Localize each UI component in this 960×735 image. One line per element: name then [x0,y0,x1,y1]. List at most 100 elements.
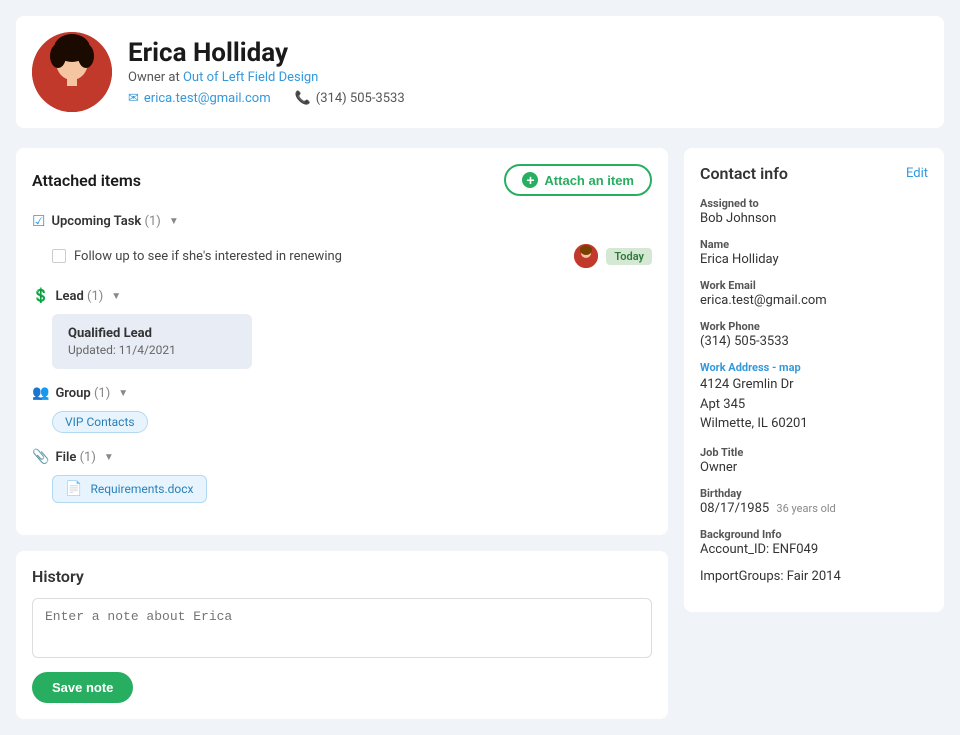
file-item[interactable]: 📄 Requirements.docx [52,475,207,503]
group-group-label: Group (1) [55,386,110,401]
profile-phone: (314) 505-3533 [316,91,405,106]
attached-section-header: Attached items + Attach an item [32,164,652,196]
background-field: Background Info Account_ID: ENF049 [700,528,928,557]
job-title-value: Owner [700,460,928,475]
attached-section-title: Attached items [32,171,141,190]
history-title: History [32,567,652,586]
group-group-header[interactable]: 👥 Group (1) ▼ [32,385,652,401]
task-group-icon: ☑ [32,212,45,230]
file-count: (1) [80,450,96,465]
contact-card-header: Contact info Edit [700,164,928,183]
profile-info: Erica Holliday Owner at Out of Left Fiel… [128,38,405,106]
lead-card[interactable]: Qualified Lead Updated: 11/4/2021 [52,314,252,369]
task-chevron-icon: ▼ [169,216,179,227]
file-group: 📎 File (1) ▼ 📄 Requirements.docx [32,449,652,503]
lead-card-title: Qualified Lead [68,326,236,341]
work-phone-field: Work Phone (314) 505-3533 [700,320,928,349]
profile-name: Erica Holliday [128,38,405,68]
profile-contact-line: ✉ erica.test@gmail.com 📞 (314) 505-3533 [128,91,405,106]
task-right: Today [574,244,652,268]
company-link[interactable]: Out of Left Field Design [183,70,318,85]
group-group-icon: 👥 [32,385,49,401]
main-layout: Attached items + Attach an item ☑ Upcomi… [16,148,944,719]
email-icon: ✉ [128,91,139,106]
work-address-map-link[interactable]: Work Address - map [700,361,801,374]
phone-icon: 📞 [295,91,311,106]
lead-chevron-icon: ▼ [111,291,121,302]
file-group-icon: 📎 [32,449,49,465]
group-chevron-icon: ▼ [118,388,128,399]
task-group: ☑ Upcoming Task (1) ▼ Follow up to see i… [32,212,652,272]
left-column: Attached items + Attach an item ☑ Upcomi… [16,148,668,719]
edit-link[interactable]: Edit [906,166,928,181]
work-phone-value: (314) 505-3533 [700,334,928,349]
profile-owner-line: Owner at Out of Left Field Design [128,70,405,85]
lead-card-updated: Updated: 11/4/2021 [68,343,236,357]
work-email-label: Work Email [700,279,928,292]
file-group-label: File (1) [55,450,95,465]
avatar [32,32,112,112]
lead-group-icon: 💲 [32,288,49,304]
birthday-field: Birthday 08/17/1985 36 years old [700,487,928,516]
task-text: Follow up to see if she's interested in … [74,249,342,264]
background-label: Background Info [700,528,928,541]
task-item: Follow up to see if she's interested in … [32,240,652,272]
task-left: Follow up to see if she's interested in … [52,249,342,264]
job-title-field: Job Title Owner [700,446,928,475]
right-column: Contact info Edit Assigned to Bob Johnso… [684,148,944,719]
task-count: (1) [145,214,161,229]
lead-group-label: Lead (1) [55,289,103,304]
group-group: 👥 Group (1) ▼ VIP Contacts [32,385,652,433]
work-phone-label: Work Phone [700,320,928,333]
attach-plus-icon: + [522,172,538,188]
file-group-header[interactable]: 📎 File (1) ▼ [32,449,652,465]
address-line2: Apt 345 [700,395,928,415]
lead-group-header[interactable]: 💲 Lead (1) ▼ [32,288,652,304]
profile-header: Erica Holliday Owner at Out of Left Fiel… [16,16,944,128]
birthday-date: 08/17/1985 [700,501,769,516]
owner-prefix: Owner at [128,70,180,85]
task-checkbox[interactable] [52,249,66,263]
assigned-to-value: Bob Johnson [700,211,928,226]
docx-icon: 📄 [65,481,82,497]
assigned-to-label: Assigned to [700,197,928,210]
work-address-value: 4124 Gremlin Dr Apt 345 Wilmette, IL 602… [700,375,928,434]
lead-group: 💲 Lead (1) ▼ Qualified Lead Updated: 11/… [32,288,652,369]
task-date-badge: Today [606,248,652,265]
work-email-field: Work Email erica.test@gmail.com [700,279,928,308]
attach-button-label: Attach an item [544,173,634,188]
name-value: Erica Holliday [700,252,928,267]
save-note-button[interactable]: Save note [32,672,133,703]
assigned-to-field: Assigned to Bob Johnson [700,197,928,226]
email-item: ✉ erica.test@gmail.com [128,91,271,106]
attached-items-section: Attached items + Attach an item ☑ Upcomi… [16,148,668,535]
job-title-label: Job Title [700,446,928,459]
contact-card: Contact info Edit Assigned to Bob Johnso… [684,148,944,612]
phone-item: 📞 (314) 505-3533 [295,91,405,106]
work-address-label: Work Address - map [700,361,928,374]
profile-email: erica.test@gmail.com [144,91,271,106]
work-address-field: Work Address - map 4124 Gremlin Dr Apt 3… [700,361,928,434]
group-count: (1) [94,386,110,401]
group-tag[interactable]: VIP Contacts [52,411,148,433]
name-field: Name Erica Holliday [700,238,928,267]
name-label: Name [700,238,928,251]
note-textarea[interactable] [32,598,652,658]
birthday-label: Birthday [700,487,928,500]
page: Erica Holliday Owner at Out of Left Fiel… [0,0,960,735]
history-section: History Save note [16,551,668,719]
lead-count: (1) [87,289,103,304]
contact-section-title: Contact info [700,164,788,183]
task-group-header[interactable]: ☑ Upcoming Task (1) ▼ [32,212,652,230]
file-chevron-icon: ▼ [104,452,114,463]
task-group-label: Upcoming Task (1) [51,214,160,229]
import-value: ImportGroups: Fair 2014 [700,569,928,584]
address-line3: Wilmette, IL 60201 [700,414,928,434]
work-email-value: erica.test@gmail.com [700,293,928,308]
attach-item-button[interactable]: + Attach an item [504,164,652,196]
birthday-age: 36 years old [776,502,835,515]
task-avatar [574,244,598,268]
address-line1: 4124 Gremlin Dr [700,375,928,395]
background-value: Account_ID: ENF049 [700,542,928,557]
birthday-value: 08/17/1985 36 years old [700,501,928,516]
